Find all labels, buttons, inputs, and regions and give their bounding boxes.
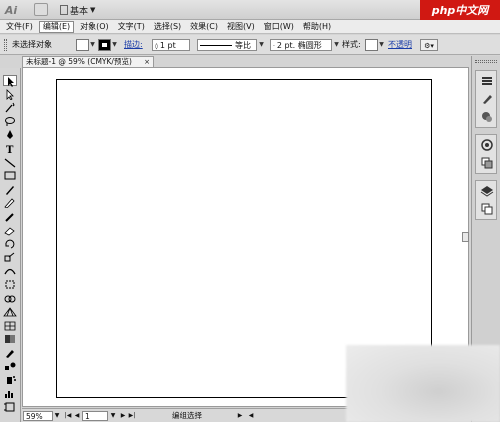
blend-tool-icon[interactable]	[3, 361, 17, 372]
layers-panel-icon[interactable]	[480, 184, 494, 198]
column-graph-tool-icon[interactable]	[3, 388, 17, 399]
profile-label: 等比	[235, 41, 251, 50]
document-tab-title: 未标题-1 @ 59% (CMYK/预览)	[26, 57, 132, 66]
panel-group-appearance	[475, 134, 497, 174]
direct-selection-tool-icon[interactable]	[3, 88, 17, 100]
first-artboard-icon[interactable]: |◀	[64, 411, 72, 421]
scale-tool-icon[interactable]	[3, 252, 17, 263]
blur-overlay	[346, 345, 500, 422]
eyedropper-tool-icon[interactable]	[3, 347, 17, 358]
workspace-label: 基本	[70, 6, 89, 17]
brush-label: 2 pt. 椭圆形	[276, 41, 322, 50]
lasso-tool-icon[interactable]	[3, 116, 17, 127]
swatches-panel-icon[interactable]	[480, 74, 494, 88]
appearance-panel-icon[interactable]	[480, 138, 494, 152]
type-tool-icon[interactable]: T	[3, 143, 17, 154]
artboards-panel-icon[interactable]	[480, 202, 494, 216]
ai-logo-icon: Ai	[4, 3, 18, 17]
rectangle-tool-icon[interactable]	[3, 170, 17, 181]
opacity-link[interactable]: 不透明	[388, 39, 412, 51]
artboard-dropdown-icon[interactable]: ▼	[109, 411, 117, 421]
last-artboard-icon[interactable]: ▶|	[128, 411, 136, 421]
perspective-grid-tool-icon[interactable]	[3, 306, 17, 317]
menu-file[interactable]: 文件(F)	[3, 21, 36, 33]
eraser-tool-icon[interactable]	[3, 225, 17, 236]
close-icon[interactable]: ×	[144, 57, 150, 67]
mesh-tool-icon[interactable]	[3, 320, 17, 331]
tools-panel: T	[0, 68, 21, 422]
symbol-sprayer-tool-icon[interactable]	[3, 374, 17, 385]
profile-dropdown-icon[interactable]: ▼	[258, 39, 265, 51]
fill-swatch[interactable]	[76, 39, 89, 51]
bridge-icon[interactable]	[34, 3, 48, 16]
brush-dropdown-icon[interactable]: ▼	[333, 39, 340, 51]
profile-line-icon	[200, 45, 232, 46]
selection-tool-icon[interactable]	[3, 75, 17, 87]
svg-text:T: T	[6, 145, 14, 154]
current-tool-status: 编组选择	[172, 411, 202, 420]
zoom-field[interactable]: 59%	[23, 411, 53, 421]
status-menu-icon[interactable]: ▶	[236, 411, 244, 421]
scroll-left-icon[interactable]: ◀	[247, 411, 255, 421]
panel-group-layers	[475, 180, 497, 220]
artboard-number-field[interactable]: 1	[82, 411, 108, 421]
chevron-down-icon: ▼	[90, 6, 96, 14]
application-bar: Ai 基本 ▼ php中文网	[0, 0, 500, 20]
watermark-logo: php中文网	[420, 0, 500, 20]
arrange-documents-icon	[60, 5, 68, 15]
menu-object[interactable]: 对象(O)	[77, 21, 112, 33]
menu-effect[interactable]: 效果(C)	[187, 21, 221, 33]
stroke-weight-value: 1 pt	[159, 41, 176, 50]
shape-builder-tool-icon[interactable]	[3, 293, 17, 304]
menu-select[interactable]: 选择(S)	[151, 21, 184, 33]
zoom-dropdown-icon[interactable]: ▼	[53, 411, 61, 421]
artboard-tool-icon[interactable]	[3, 401, 17, 412]
workspace-switcher[interactable]: 基本 ▼	[57, 3, 98, 17]
menu-bar: 文件(F) 编辑(E) 对象(O) 文字(T) 选择(S) 效果(C) 视图(V…	[0, 20, 500, 34]
menu-type[interactable]: 文字(T)	[115, 21, 148, 33]
next-artboard-icon[interactable]: ▶	[119, 411, 127, 421]
magic-wand-tool-icon[interactable]	[3, 102, 17, 113]
control-bar: 未选择对象 ▼ ▼ 描边: ◊ 1 pt 等比 ▼ · 2 pt. 椭圆形 ▼ …	[0, 35, 500, 55]
graphic-styles-panel-icon[interactable]	[480, 156, 494, 170]
menu-window[interactable]: 窗口(W)	[261, 21, 297, 33]
line-segment-tool-icon[interactable]	[3, 157, 17, 168]
variable-width-profile[interactable]: 等比	[197, 39, 257, 51]
pencil-tool-icon[interactable]	[3, 197, 17, 209]
document-setup-icon[interactable]: ⚙▾	[420, 39, 438, 51]
dock-grip-icon[interactable]	[475, 60, 497, 63]
rotate-tool-icon[interactable]	[3, 238, 17, 249]
warp-tool-icon[interactable]	[3, 265, 17, 276]
symbols-panel-icon[interactable]	[480, 110, 494, 124]
brushes-panel-icon[interactable]	[480, 92, 494, 106]
stroke-weight-field[interactable]: ◊ 1 pt	[152, 39, 190, 51]
stroke-swatch[interactable]	[98, 39, 111, 51]
menu-edit[interactable]: 编辑(E)	[38, 20, 75, 33]
stroke-dropdown-icon[interactable]: ▼	[111, 39, 118, 51]
document-tab[interactable]: 未标题-1 @ 59% (CMYK/预览) ×	[22, 56, 154, 67]
grip-icon	[4, 39, 7, 51]
stroke-panel-link[interactable]: 描边:	[124, 39, 143, 51]
vertical-scroll-thumb[interactable]	[462, 232, 469, 242]
menu-view[interactable]: 视图(V)	[224, 21, 258, 33]
previous-artboard-icon[interactable]: ◀	[73, 411, 81, 421]
graphic-style-swatch[interactable]	[365, 39, 378, 51]
selection-status: 未选择对象	[12, 40, 52, 49]
paintbrush-tool-icon[interactable]	[3, 184, 17, 195]
fill-dropdown-icon[interactable]: ▼	[89, 39, 96, 51]
menu-help[interactable]: 帮助(H)	[300, 21, 334, 33]
brush-definition[interactable]: · 2 pt. 椭圆形	[270, 39, 332, 51]
pen-tool-icon[interactable]	[3, 129, 17, 140]
blob-brush-tool-icon[interactable]	[3, 211, 17, 222]
style-label: 样式:	[342, 40, 361, 49]
panel-group-color	[475, 70, 497, 128]
free-transform-tool-icon[interactable]	[3, 279, 17, 290]
style-dropdown-icon[interactable]: ▼	[378, 39, 385, 51]
gradient-tool-icon[interactable]	[3, 333, 17, 344]
